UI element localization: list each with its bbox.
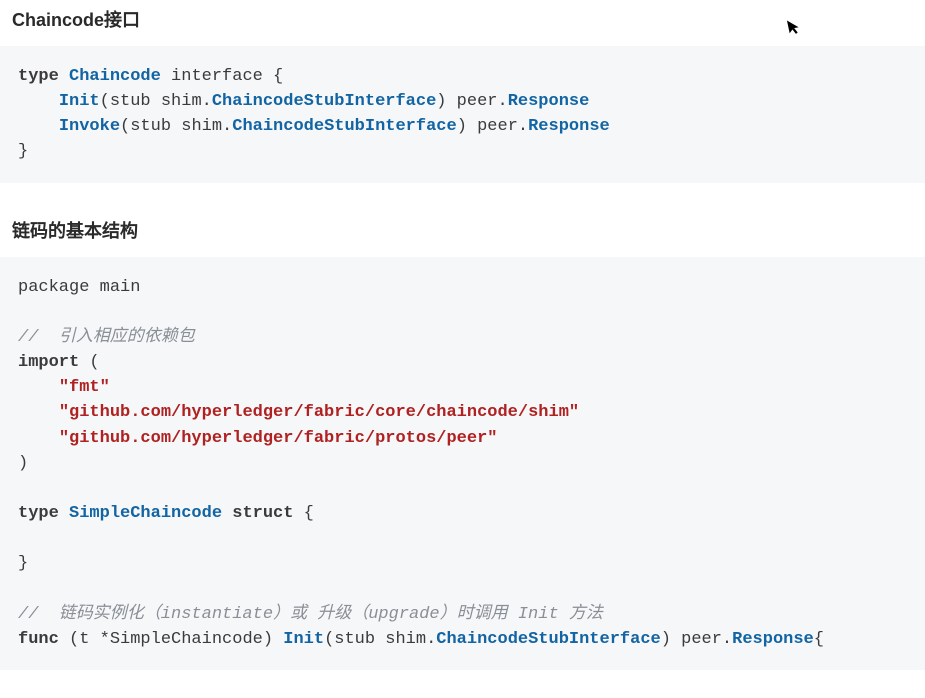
type-name: Response xyxy=(528,117,610,136)
code-text: ( xyxy=(79,353,99,372)
code-text xyxy=(59,504,69,523)
keyword-struct: struct xyxy=(232,504,293,523)
method-name: Invoke xyxy=(59,117,120,136)
method-name: Init xyxy=(283,630,324,649)
code-text: ) peer. xyxy=(661,630,732,649)
keyword-func: func xyxy=(18,630,59,649)
type-name: SimpleChaincode xyxy=(69,504,222,523)
code-indent xyxy=(18,378,59,397)
code-text: ) xyxy=(18,454,28,473)
code-text: { xyxy=(814,630,824,649)
type-name: Response xyxy=(508,92,590,111)
method-name: Init xyxy=(59,92,100,111)
keyword-type: type xyxy=(18,504,59,523)
code-text: ) peer. xyxy=(436,92,507,111)
keyword-type: type xyxy=(18,67,59,86)
string-literal: "fmt" xyxy=(59,378,110,397)
type-name: ChaincodeStubInterface xyxy=(232,117,456,136)
code-comment: // 引入相应的依赖包 xyxy=(18,328,195,347)
type-name: ChaincodeStubInterface xyxy=(212,92,436,111)
code-text: package main xyxy=(18,278,140,297)
code-text: { xyxy=(293,504,313,523)
code-indent xyxy=(18,403,59,422)
type-name: Response xyxy=(732,630,814,649)
type-name: ChaincodeStubInterface xyxy=(436,630,660,649)
code-comment: // 链码实例化（instantiate）或 升级（upgrade）时调用 In… xyxy=(18,605,603,624)
code-text: ) peer. xyxy=(457,117,528,136)
section2-heading: 链码的基本结构 xyxy=(0,211,925,257)
code-indent xyxy=(18,429,59,448)
code-text: (stub shim. xyxy=(100,92,212,111)
code-text: (t *SimpleChaincode) xyxy=(59,630,283,649)
code-text xyxy=(222,504,232,523)
code-text xyxy=(59,67,69,86)
code-text: (stub shim. xyxy=(324,630,436,649)
keyword-import: import xyxy=(18,353,79,372)
code-block-1: type Chaincode interface { Init(stub shi… xyxy=(0,46,925,183)
code-text: } xyxy=(18,142,28,161)
type-name: Chaincode xyxy=(69,67,161,86)
string-literal: "github.com/hyperledger/fabric/core/chai… xyxy=(59,403,579,422)
code-text: interface { xyxy=(161,67,283,86)
code-block-2: package main // 引入相应的依赖包 import ( "fmt" … xyxy=(0,257,925,670)
code-text: (stub shim. xyxy=(120,117,232,136)
code-text: } xyxy=(18,554,28,573)
code-indent xyxy=(18,92,59,111)
code-indent xyxy=(18,117,59,136)
string-literal: "github.com/hyperledger/fabric/protos/pe… xyxy=(59,429,498,448)
